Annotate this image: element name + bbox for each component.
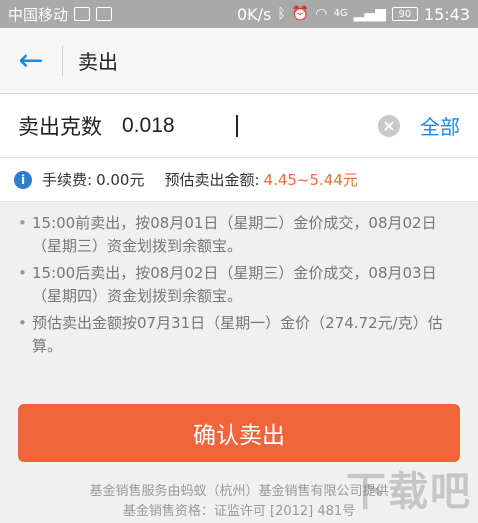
confirm-sell-button[interactable]: 确认卖出 <box>18 404 460 462</box>
estimate-label: 预估卖出金额: <box>164 171 260 189</box>
sell-all-button[interactable]: 全部 <box>420 111 460 140</box>
fee-value: 0.00元 <box>96 171 145 189</box>
note-text: 15:00前卖出，按08月01日（星期二）金价成交，08月02日（星期三）资金划… <box>32 214 437 255</box>
list-item: 15:00前卖出，按08月01日（星期二）金价成交，08月02日（星期三）资金划… <box>18 212 460 258</box>
note-text: 预估卖出金额按07月31日（星期一）金价（274.72元/克）估算。 <box>32 314 443 355</box>
signal-icon: ▂▄▆ <box>353 6 386 22</box>
bluetooth-icon: ᛒ <box>277 6 286 22</box>
sell-amount-row: 卖出克数 × 全部 <box>0 94 478 158</box>
text-caret <box>236 114 238 137</box>
bullet-icon <box>18 312 32 358</box>
network-speed: 0K/s <box>236 4 272 24</box>
bullet-icon <box>18 212 32 258</box>
watermark-logo: 下载吧 <box>346 469 472 515</box>
sell-grams-label: 卖出克数 <box>18 114 102 139</box>
estimate-value: 4.45~5.44元 <box>263 171 358 189</box>
note-text: 15:00后卖出，按08月02日（星期三）金价成交，08月03日（星期四）资金划… <box>32 264 437 305</box>
list-item: 预估卖出金额按07月31日（星期一）金价（274.72元/克）估算。 <box>18 312 460 358</box>
info-icon: i <box>14 170 32 189</box>
notes-list: 15:00前卖出，按08月01日（星期二）金价成交，08月02日（星期三）资金划… <box>0 202 478 358</box>
battery-icon: 90 <box>391 7 418 21</box>
network-type: 4G <box>333 8 348 19</box>
sell-grams-input[interactable] <box>122 113 242 138</box>
clock: 15:43 <box>423 4 470 24</box>
arrow-left-icon: ← <box>18 43 44 78</box>
header: ← 卖出 <box>0 28 478 94</box>
clear-icon[interactable]: × <box>378 114 400 137</box>
carrier-name: 中国移动 <box>8 5 69 24</box>
fee-label: 手续费: <box>42 171 93 189</box>
bullet-icon <box>18 262 32 308</box>
notification-icon <box>74 7 91 21</box>
status-bar: 中国移动 0K/s ᛒ ⏰ ◠ 4G ▂▄▆ 90 15:43 <box>0 0 478 28</box>
image-icon <box>96 7 113 21</box>
list-item: 15:00后卖出，按08月02日（星期三）金价成交，08月03日（星期四）资金划… <box>18 262 460 308</box>
page-title: 卖出 <box>78 50 118 74</box>
back-button[interactable]: ← <box>0 28 62 93</box>
fee-row: i 手续费: 0.00元 预估卖出金额: 4.45~5.44元 <box>0 158 478 202</box>
wifi-icon: ◠ <box>315 6 328 22</box>
alarm-icon: ⏰ <box>291 6 310 22</box>
battery-level: 90 <box>398 8 412 20</box>
